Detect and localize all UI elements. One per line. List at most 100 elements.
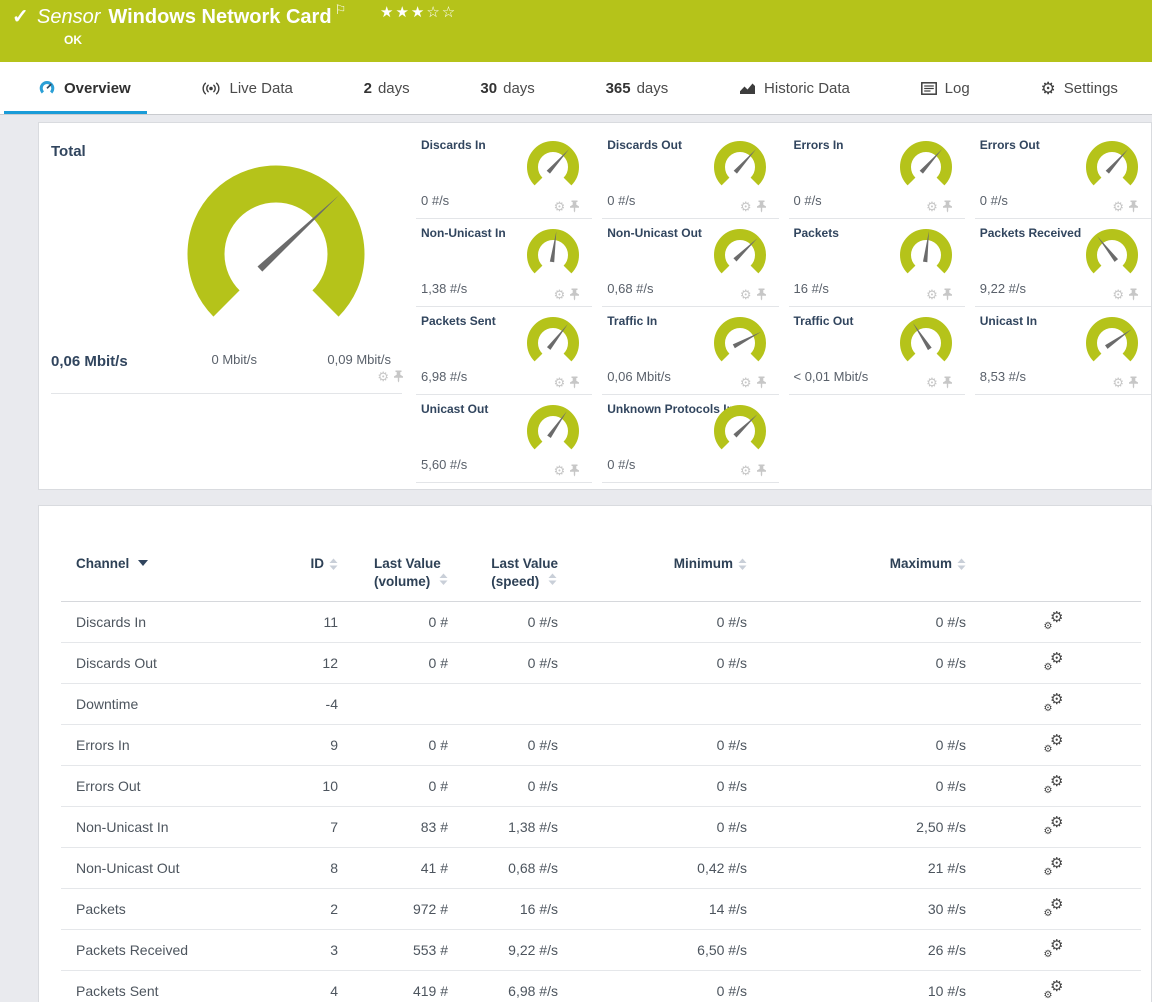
total-gauge[interactable] [181,162,371,352]
channel-last-value-speed: 0 #/s [448,725,558,765]
tab-log[interactable]: Log [917,62,974,114]
channel-last-value-speed: 0 #/s [448,643,558,683]
table-row[interactable]: Errors In 9 0 # 0 #/s 0 #/s 0 #/s ⚙⚙ [61,725,1141,766]
table-row[interactable]: Packets 2 972 # 16 #/s 14 #/s 30 #/s ⚙⚙ [61,889,1141,930]
table-row[interactable]: Downtime -4 ⚙⚙ [61,684,1141,725]
pin-icon[interactable] [1128,200,1139,213]
pin-icon[interactable] [569,288,580,301]
channel-last-value-volume: 83 # [338,807,448,847]
table-row[interactable]: Discards In 11 0 # 0 #/s 0 #/s 0 #/s ⚙⚙ [61,602,1141,643]
pin-icon[interactable] [756,464,767,477]
channel-minimum [558,684,747,724]
table-row[interactable]: Packets Sent 4 419 # 6,98 #/s 0 #/s 10 #… [61,971,1141,1002]
gear-icon[interactable]: ⚙ [740,200,752,213]
column-header-minimum[interactable]: Minimum [558,556,747,589]
channel-gauge[interactable] [525,404,581,460]
channel-gauge-title: Packets Sent [421,314,496,328]
table-row[interactable]: Packets Received 3 553 # 9,22 #/s 6,50 #… [61,930,1141,971]
tab-historic-data[interactable]: Historic Data [735,62,854,114]
pin-icon[interactable] [756,376,767,389]
pin-icon[interactable] [1128,376,1139,389]
total-value: 0,06 Mbit/s [51,353,128,370]
pin-icon[interactable] [1128,288,1139,301]
flag-icon[interactable]: ⚐ [335,2,347,17]
pin-icon[interactable] [756,288,767,301]
table-row[interactable]: Discards Out 12 0 # 0 #/s 0 #/s 0 #/s ⚙⚙ [61,643,1141,684]
gauge-scale-max: 0,09 Mbit/s [291,352,391,367]
gear-icon[interactable]: ⚙ [554,288,566,301]
tab-overview[interactable]: Overview [34,62,135,114]
channel-settings-icon[interactable]: ⚙⚙ [1043,858,1065,878]
channel-settings-icon[interactable]: ⚙⚙ [1043,776,1065,796]
column-header-id[interactable]: ID [261,556,338,589]
gear-icon[interactable]: ⚙ [554,376,566,389]
gear-icon[interactable]: ⚙ [1112,200,1124,213]
table-row[interactable]: Non-Unicast Out 8 41 # 0,68 #/s 0,42 #/s… [61,848,1141,889]
pin-icon[interactable] [569,376,580,389]
channel-gauge[interactable] [898,140,954,196]
channel-gauge[interactable] [525,228,581,284]
pin-icon[interactable] [942,200,953,213]
pin-icon[interactable] [942,288,953,301]
pin-icon[interactable] [756,200,767,213]
channel-settings-icon[interactable]: ⚙⚙ [1043,735,1065,755]
channel-last-value-speed: 9,22 #/s [448,930,558,970]
table-row[interactable]: Non-Unicast In 7 83 # 1,38 #/s 0 #/s 2,5… [61,807,1141,848]
channel-last-value-volume: 0 # [338,643,448,683]
gear-icon[interactable]: ⚙ [740,464,752,477]
tab-settings[interactable]: ⚙Settings [1036,62,1121,114]
channel-settings-icon[interactable]: ⚙⚙ [1043,899,1065,919]
gear-icon[interactable]: ⚙ [554,200,566,213]
channel-gauge[interactable] [1084,140,1140,196]
channel-settings-icon[interactable]: ⚙⚙ [1043,940,1065,960]
channel-gauge[interactable] [898,228,954,284]
gear-icon[interactable]: ⚙ [926,288,938,301]
gear-icon[interactable]: ⚙ [740,376,752,389]
gear-icon[interactable]: ⚙ [926,200,938,213]
channel-gauge[interactable] [1084,228,1140,284]
channel-minimum: 0 #/s [558,766,747,806]
column-header-channel[interactable]: Channel [61,556,261,589]
gear-icon[interactable]: ⚙ [926,376,938,389]
tab-365-days[interactable]: 365days [602,62,673,114]
channel-settings-icon[interactable]: ⚙⚙ [1043,981,1065,1001]
pin-icon[interactable] [569,464,580,477]
sort-icon [957,558,966,571]
channel-gauge[interactable] [712,140,768,196]
channel-settings-icon[interactable]: ⚙⚙ [1043,612,1065,632]
status-check-icon: ✓ [12,4,29,29]
column-header-last-value-volume[interactable]: Last Value(volume) [338,556,448,589]
channel-gauge[interactable] [525,316,581,372]
channel-gauge-title: Discards In [421,138,486,152]
gear-icon[interactable]: ⚙ [1112,288,1124,301]
channel-gauge-title: Packets [794,226,839,240]
channel-gauge[interactable] [525,140,581,196]
pin-icon[interactable] [569,200,580,213]
channel-settings-icon[interactable]: ⚙⚙ [1043,694,1065,714]
channel-settings-icon[interactable]: ⚙⚙ [1043,653,1065,673]
tab-live-data[interactable]: Live Data [197,62,296,114]
channel-gauge[interactable] [898,316,954,372]
column-header-last-value-speed[interactable]: Last Value(speed) [448,556,558,589]
sort-icon [738,558,747,571]
column-header-maximum[interactable]: Maximum [747,556,966,589]
gear-icon[interactable]: ⚙ [554,464,566,477]
table-row[interactable]: Errors Out 10 0 # 0 #/s 0 #/s 0 #/s ⚙⚙ [61,766,1141,807]
gear-icon[interactable]: ⚙ [377,370,389,383]
tab-2-days[interactable]: 2days [360,62,414,114]
channel-gauge[interactable] [712,228,768,284]
tab-label: days [503,80,535,97]
tab-30-days[interactable]: 30days [476,62,538,114]
priority-stars[interactable]: ★★★☆☆ [380,3,457,21]
gear-icon[interactable]: ⚙ [1112,376,1124,389]
channel-gauge[interactable] [712,404,768,460]
channel-table: Channel ID Last Value(volume) Last Value… [61,550,1141,1002]
pin-icon[interactable] [393,370,404,383]
channel-gauge[interactable] [712,316,768,372]
channel-gauge[interactable] [1084,316,1140,372]
total-label: Total [51,143,86,160]
pin-icon[interactable] [942,376,953,389]
channel-settings-icon[interactable]: ⚙⚙ [1043,817,1065,837]
gear-icon[interactable]: ⚙ [740,288,752,301]
channel-gauge-value: 5,60 #/s [421,457,467,472]
